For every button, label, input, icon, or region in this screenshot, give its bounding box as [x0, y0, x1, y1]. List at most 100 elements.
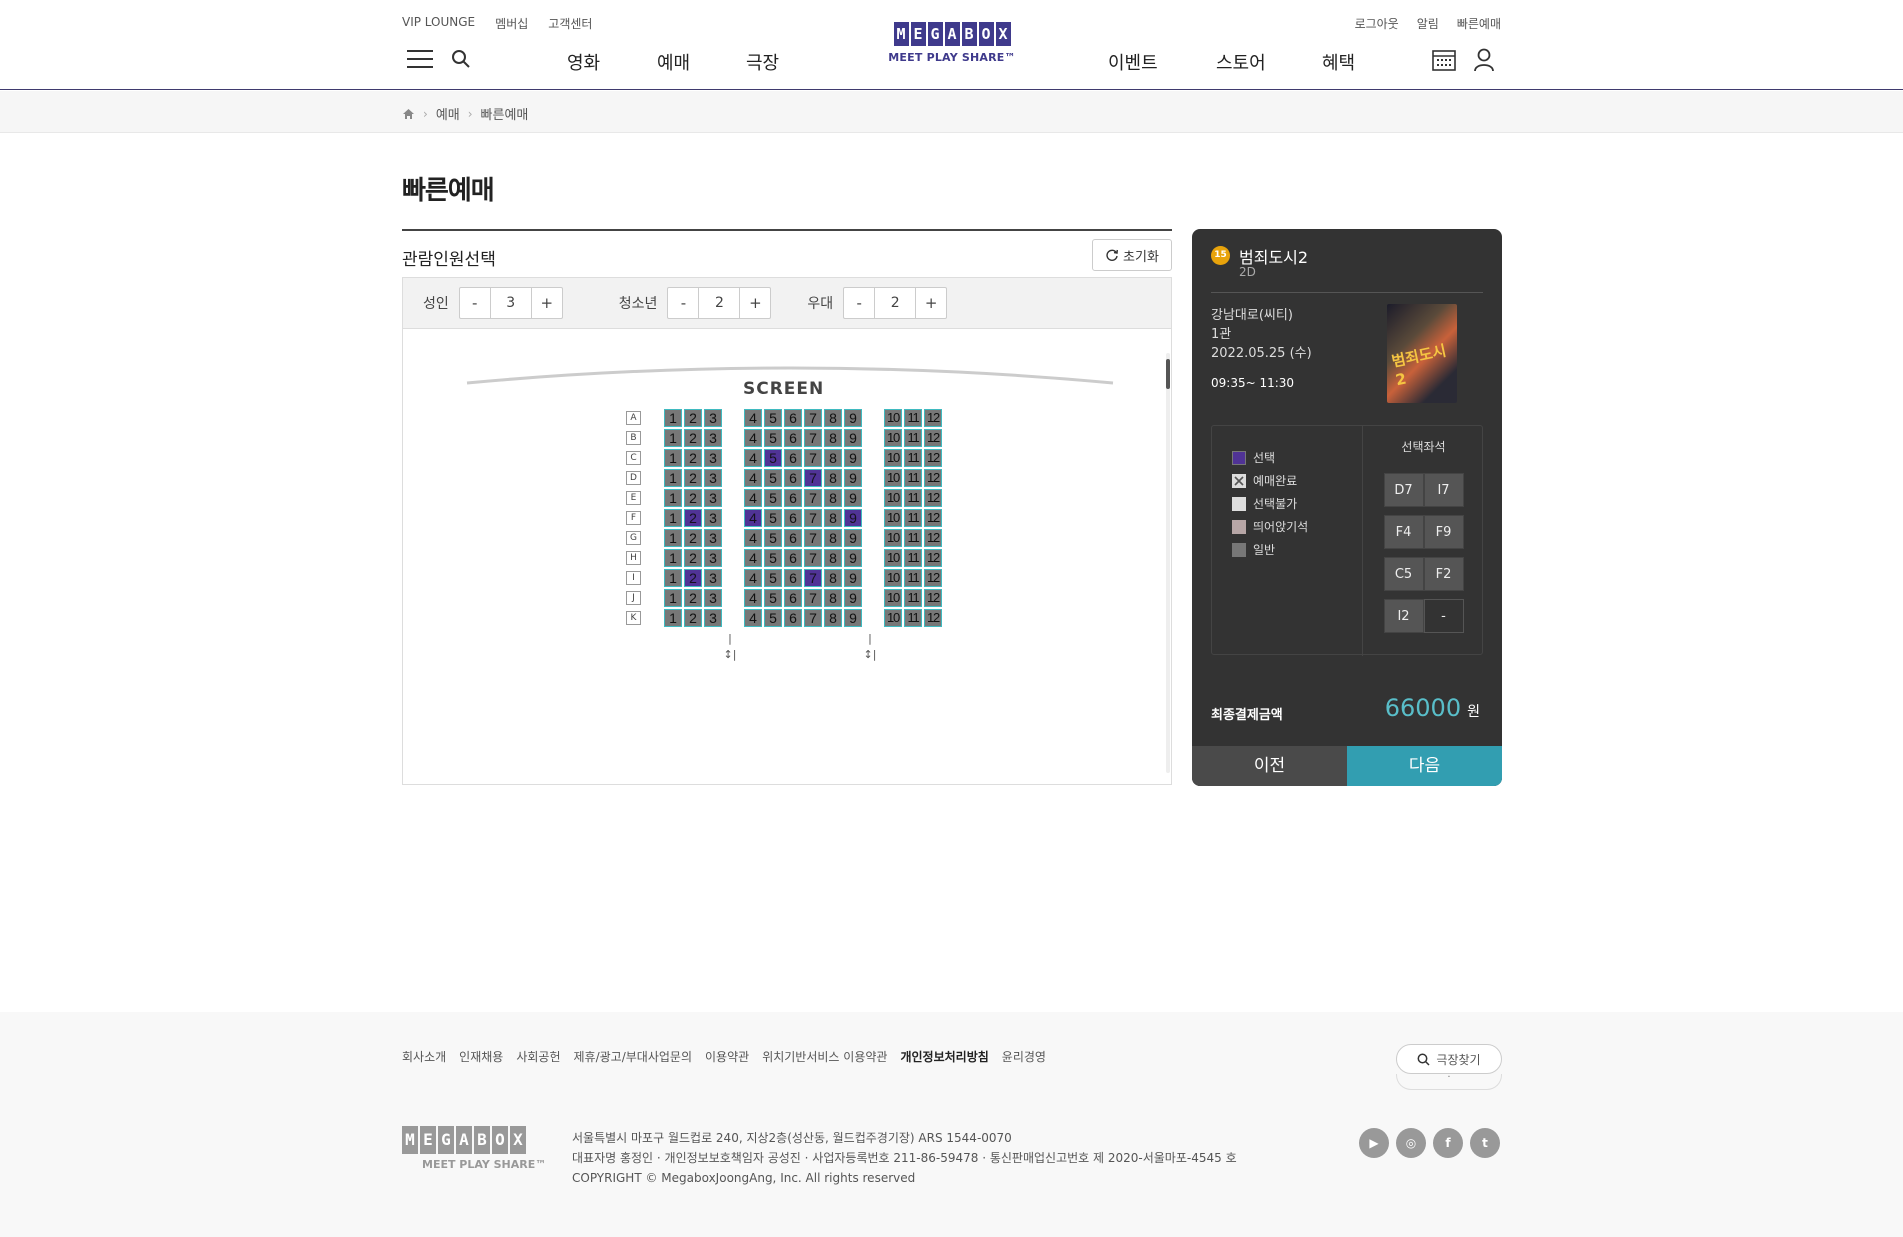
- seat-K12[interactable]: 12: [924, 609, 942, 627]
- preferential-plus-button[interactable]: +: [916, 288, 946, 318]
- nav-store[interactable]: 스토어: [1216, 49, 1266, 75]
- seat-J11[interactable]: 11: [904, 589, 922, 607]
- util-link-vip-lounge[interactable]: VIP LOUNGE: [402, 15, 475, 32]
- footer-link-privacy[interactable]: 개인정보처리방침: [900, 1048, 988, 1065]
- seat-F3[interactable]: 3: [704, 509, 722, 527]
- seat-G2[interactable]: 2: [684, 529, 702, 547]
- seat-G9[interactable]: 9: [844, 529, 862, 547]
- facebook-icon[interactable]: f: [1433, 1128, 1463, 1158]
- seat-K10[interactable]: 10: [884, 609, 902, 627]
- seat-I7[interactable]: 7: [804, 569, 822, 587]
- seat-F4[interactable]: 4: [744, 509, 762, 527]
- seat-E3[interactable]: 3: [704, 489, 722, 507]
- seat-D3[interactable]: 3: [704, 469, 722, 487]
- seat-I1[interactable]: 1: [664, 569, 682, 587]
- seat-H4[interactable]: 4: [744, 549, 762, 567]
- seat-G11[interactable]: 11: [904, 529, 922, 547]
- twitter-icon[interactable]: t: [1470, 1128, 1500, 1158]
- selected-seat-chip[interactable]: I2: [1383, 599, 1424, 633]
- seat-J3[interactable]: 3: [704, 589, 722, 607]
- seat-E11[interactable]: 11: [904, 489, 922, 507]
- util-link-notifications[interactable]: 알림: [1417, 15, 1439, 32]
- seat-D4[interactable]: 4: [744, 469, 762, 487]
- seat-B9[interactable]: 9: [844, 429, 862, 447]
- next-button[interactable]: 다음: [1347, 746, 1502, 786]
- footer-link-company[interactable]: 회사소개: [402, 1048, 446, 1065]
- footer-link-location-terms[interactable]: 위치기반서비스 이용약관: [762, 1048, 887, 1065]
- seat-C6[interactable]: 6: [784, 449, 802, 467]
- seat-G7[interactable]: 7: [804, 529, 822, 547]
- util-link-logout[interactable]: 로그아웃: [1355, 15, 1399, 32]
- seat-J1[interactable]: 1: [664, 589, 682, 607]
- seat-C3[interactable]: 3: [704, 449, 722, 467]
- seat-H10[interactable]: 10: [884, 549, 902, 567]
- seat-H3[interactable]: 3: [704, 549, 722, 567]
- seat-K4[interactable]: 4: [744, 609, 762, 627]
- seat-E7[interactable]: 7: [804, 489, 822, 507]
- seat-E6[interactable]: 6: [784, 489, 802, 507]
- seat-K2[interactable]: 2: [684, 609, 702, 627]
- youth-plus-button[interactable]: +: [740, 288, 770, 318]
- seat-K5[interactable]: 5: [764, 609, 782, 627]
- find-theater-dropdown[interactable]: ·: [1396, 1073, 1502, 1090]
- seat-I9[interactable]: 9: [844, 569, 862, 587]
- seat-D12[interactable]: 12: [924, 469, 942, 487]
- seat-K8[interactable]: 8: [824, 609, 842, 627]
- seat-I10[interactable]: 10: [884, 569, 902, 587]
- util-link-quick-booking[interactable]: 빠른예매: [1457, 15, 1501, 32]
- seat-F10[interactable]: 10: [884, 509, 902, 527]
- seat-A8[interactable]: 8: [824, 409, 842, 427]
- scrollbar-track[interactable]: [1166, 353, 1170, 773]
- adult-plus-button[interactable]: +: [532, 288, 562, 318]
- nav-booking[interactable]: 예매: [657, 49, 690, 75]
- seat-B6[interactable]: 6: [784, 429, 802, 447]
- seat-D9[interactable]: 9: [844, 469, 862, 487]
- youth-minus-button[interactable]: -: [668, 288, 698, 318]
- seat-G6[interactable]: 6: [784, 529, 802, 547]
- seat-J8[interactable]: 8: [824, 589, 842, 607]
- footer-link-ethics[interactable]: 윤리경영: [1002, 1048, 1046, 1065]
- footer-link-careers[interactable]: 인재채용: [459, 1048, 503, 1065]
- seat-J12[interactable]: 12: [924, 589, 942, 607]
- selected-seat-chip[interactable]: C5: [1383, 557, 1424, 591]
- seat-D8[interactable]: 8: [824, 469, 842, 487]
- seat-F8[interactable]: 8: [824, 509, 842, 527]
- seat-K9[interactable]: 9: [844, 609, 862, 627]
- seat-C5[interactable]: 5: [764, 449, 782, 467]
- seat-G1[interactable]: 1: [664, 529, 682, 547]
- seat-A6[interactable]: 6: [784, 409, 802, 427]
- seat-J2[interactable]: 2: [684, 589, 702, 607]
- seat-F1[interactable]: 1: [664, 509, 682, 527]
- seat-A7[interactable]: 7: [804, 409, 822, 427]
- seat-G12[interactable]: 12: [924, 529, 942, 547]
- seat-C4[interactable]: 4: [744, 449, 762, 467]
- seat-H9[interactable]: 9: [844, 549, 862, 567]
- breadcrumb-quick-booking[interactable]: 빠른예매: [481, 104, 529, 123]
- seat-I8[interactable]: 8: [824, 569, 842, 587]
- seat-A11[interactable]: 11: [904, 409, 922, 427]
- user-icon[interactable]: [1473, 48, 1495, 72]
- seat-A10[interactable]: 10: [884, 409, 902, 427]
- seat-C8[interactable]: 8: [824, 449, 842, 467]
- seat-K11[interactable]: 11: [904, 609, 922, 627]
- seat-I4[interactable]: 4: [744, 569, 762, 587]
- seat-D11[interactable]: 11: [904, 469, 922, 487]
- seat-J9[interactable]: 9: [844, 589, 862, 607]
- youtube-icon[interactable]: ▶: [1359, 1128, 1389, 1158]
- seat-J6[interactable]: 6: [784, 589, 802, 607]
- nav-movie[interactable]: 영화: [567, 49, 600, 75]
- seat-A12[interactable]: 12: [924, 409, 942, 427]
- seat-I12[interactable]: 12: [924, 569, 942, 587]
- seat-K3[interactable]: 3: [704, 609, 722, 627]
- nav-theater[interactable]: 극장: [746, 49, 779, 75]
- seat-K6[interactable]: 6: [784, 609, 802, 627]
- adult-minus-button[interactable]: -: [460, 288, 490, 318]
- seat-C11[interactable]: 11: [904, 449, 922, 467]
- footer-link-social-contribution[interactable]: 사회공헌: [516, 1048, 560, 1065]
- prev-button[interactable]: 이전: [1192, 746, 1347, 786]
- util-link-membership[interactable]: 멤버십: [495, 15, 528, 32]
- menu-icon[interactable]: [407, 50, 433, 70]
- seat-A4[interactable]: 4: [744, 409, 762, 427]
- seat-F7[interactable]: 7: [804, 509, 822, 527]
- selected-seat-chip[interactable]: F9: [1423, 515, 1464, 549]
